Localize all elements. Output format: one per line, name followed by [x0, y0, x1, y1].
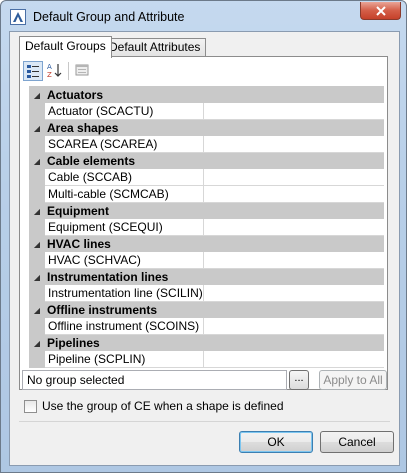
- category-row[interactable]: ◢ HVAC lines: [29, 235, 384, 252]
- property-name: Cable (SCCAB): [45, 169, 204, 186]
- property-value[interactable]: [203, 169, 384, 186]
- dialog-window: Default Group and Attribute Default Grou…: [0, 0, 407, 473]
- property-value[interactable]: [203, 185, 384, 203]
- category-row[interactable]: ◢ Offline instruments: [29, 301, 384, 318]
- apply-to-all-button[interactable]: Apply to All: [319, 370, 387, 390]
- ok-button[interactable]: OK: [239, 431, 313, 453]
- property-name: Multi-cable (SCMCAB): [45, 185, 204, 203]
- property-row[interactable]: Offline instrument (SCOINS): [29, 318, 384, 335]
- selected-group-field[interactable]: No group selected: [22, 370, 287, 390]
- toolbar-separator: [68, 62, 69, 80]
- property-row[interactable]: Cable (SCCAB): [29, 169, 384, 186]
- category-row[interactable]: ◢ Cable elements: [29, 152, 384, 169]
- category-label: Instrumentation lines: [45, 268, 384, 285]
- cancel-button[interactable]: Cancel: [320, 431, 394, 453]
- categorized-view-icon: [27, 65, 39, 78]
- property-grid-toolbar: A Z: [23, 59, 383, 83]
- use-ce-group-checkbox[interactable]: [24, 400, 37, 413]
- use-ce-group-label[interactable]: Use the group of CE when a shape is defi…: [42, 399, 284, 413]
- app-icon: [10, 9, 26, 25]
- category-label: HVAC lines: [45, 235, 384, 252]
- property-row[interactable]: Pipeline (SCPLIN): [29, 351, 384, 368]
- property-value[interactable]: [203, 219, 384, 236]
- property-row[interactable]: HVAC (SCHVAC): [29, 252, 384, 269]
- title-bar[interactable]: Default Group and Attribute: [1, 1, 406, 31]
- property-grid: ◢ Actuators Actuator (SCACTU) ◢ Area sha…: [29, 86, 384, 368]
- property-row[interactable]: Actuator (SCACTU): [29, 103, 384, 120]
- collapse-icon[interactable]: ◢: [29, 86, 45, 103]
- category-label: Offline instruments: [45, 301, 384, 318]
- property-value[interactable]: [203, 103, 384, 120]
- property-name: Pipeline (SCPLIN): [45, 351, 204, 368]
- categorized-view-button[interactable]: [23, 61, 43, 81]
- category-label: Actuators: [45, 86, 384, 103]
- sort-alphabetical-icon: A Z: [47, 63, 62, 79]
- collapse-icon[interactable]: ◢: [29, 202, 45, 219]
- category-label: Equipment: [45, 202, 384, 219]
- close-icon: [375, 5, 386, 16]
- divider: [19, 421, 390, 422]
- tab-default-groups[interactable]: Default Groups: [19, 36, 112, 58]
- category-row[interactable]: ◢ Instrumentation lines: [29, 268, 384, 285]
- svg-text:A: A: [47, 63, 52, 71]
- tab-default-attributes[interactable]: Default Attributes: [103, 38, 207, 56]
- category-label: Pipelines: [45, 334, 384, 351]
- close-button[interactable]: [360, 2, 401, 20]
- dialog-body: Default Groups Default Attributes A Z ◢ …: [9, 31, 400, 466]
- property-row[interactable]: SCAREA (SCAREA): [29, 136, 384, 153]
- property-name: Actuator (SCACTU): [45, 103, 204, 120]
- property-name: Equipment (SCEQUI): [45, 219, 204, 236]
- property-name: Offline instrument (SCOINS): [45, 318, 204, 335]
- collapse-icon[interactable]: ◢: [29, 268, 45, 285]
- property-value[interactable]: [203, 318, 384, 335]
- default-groups-panel: A Z ◢ Actuators Actuator (SCACTU) ◢ Area…: [19, 56, 388, 390]
- browse-button[interactable]: ...: [289, 370, 309, 390]
- category-row[interactable]: ◢ Actuators: [29, 86, 384, 103]
- property-pages-icon: [75, 64, 89, 76]
- property-row[interactable]: Equipment (SCEQUI): [29, 219, 384, 236]
- property-name: Instrumentation line (SCILIN): [45, 285, 204, 302]
- property-value[interactable]: [203, 252, 384, 269]
- property-name: HVAC (SCHVAC): [45, 252, 204, 269]
- property-name: SCAREA (SCAREA): [45, 136, 204, 153]
- property-value[interactable]: [203, 285, 384, 302]
- category-row[interactable]: ◢ Equipment: [29, 202, 384, 219]
- property-row[interactable]: Multi-cable (SCMCAB): [29, 185, 384, 203]
- collapse-icon[interactable]: ◢: [29, 235, 45, 252]
- collapse-icon[interactable]: ◢: [29, 334, 45, 351]
- category-label: Cable elements: [45, 152, 384, 169]
- category-label: Area shapes: [45, 119, 384, 136]
- category-row[interactable]: ◢ Pipelines: [29, 334, 384, 351]
- collapse-icon[interactable]: ◢: [29, 301, 45, 318]
- svg-text:Z: Z: [47, 71, 52, 79]
- property-value[interactable]: [203, 351, 384, 368]
- property-value[interactable]: [203, 136, 384, 153]
- window-title: Default Group and Attribute: [33, 10, 185, 24]
- sort-alphabetical-button[interactable]: A Z: [45, 61, 65, 81]
- collapse-icon[interactable]: ◢: [29, 152, 45, 169]
- category-row[interactable]: ◢ Area shapes: [29, 119, 384, 136]
- property-pages-button[interactable]: [73, 61, 93, 81]
- collapse-icon[interactable]: ◢: [29, 119, 45, 136]
- property-row[interactable]: Instrumentation line (SCILIN): [29, 285, 384, 302]
